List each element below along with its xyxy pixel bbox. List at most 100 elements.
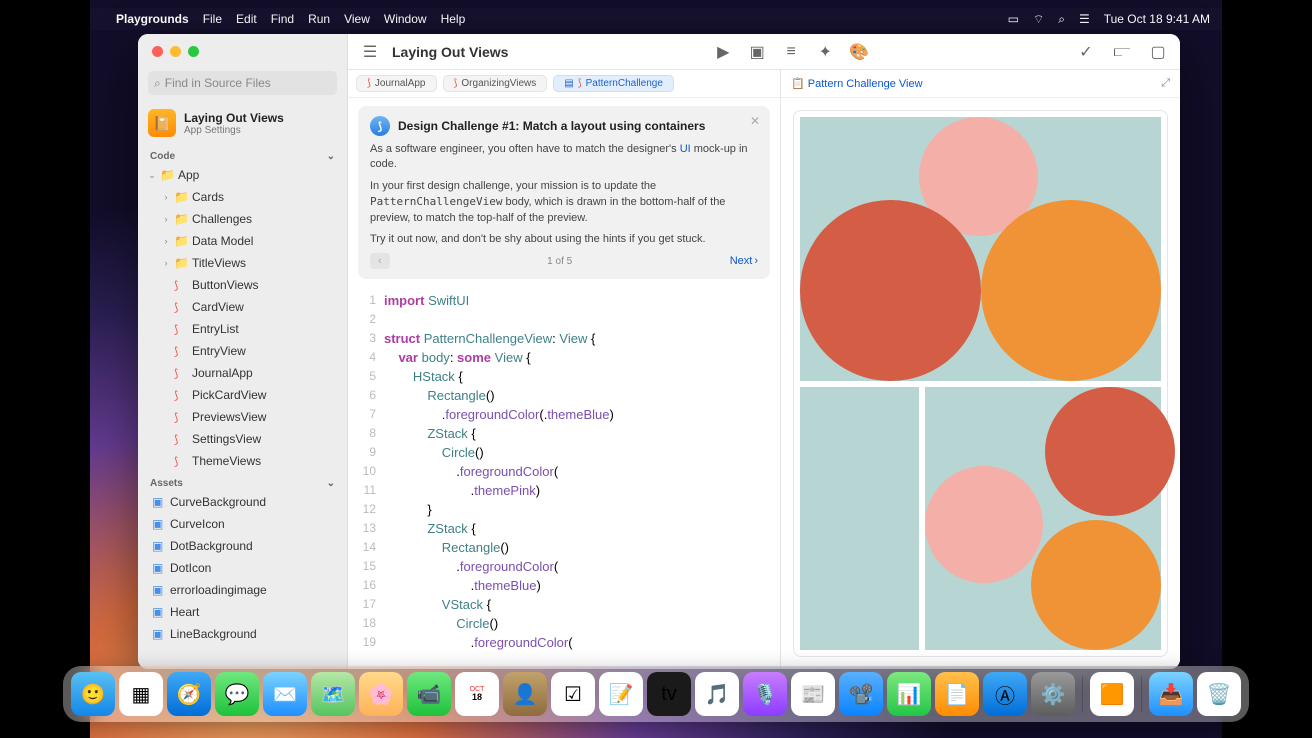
dock-finder[interactable]: 🙂 [71, 672, 115, 716]
dock-music[interactable]: 🎵 [695, 672, 739, 716]
zoom-button[interactable] [188, 46, 199, 57]
minimize-button[interactable] [170, 46, 181, 57]
dock-pages[interactable]: 📄 [935, 672, 979, 716]
asset-linebackground[interactable]: ▣LineBackground [138, 623, 347, 645]
folder-datamodel[interactable]: ›📁Data Model [138, 230, 347, 252]
crumb-journalapp[interactable]: ⟆JournalApp [356, 75, 437, 92]
asset-curveicon[interactable]: ▣CurveIcon [138, 513, 347, 535]
battery-icon[interactable]: ▭ [1008, 12, 1019, 26]
swift-file-buttonviews[interactable]: ⟆ButtonViews [138, 274, 347, 296]
folder-app[interactable]: ⌄ 📁 App [138, 164, 347, 186]
dock-tv[interactable]: tv [647, 672, 691, 716]
dock-separator [1082, 676, 1083, 712]
dock-safari[interactable]: 🧭 [167, 672, 211, 716]
dock-playgrounds[interactable]: 🟧 [1090, 672, 1134, 716]
close-button[interactable] [152, 46, 163, 57]
next-button[interactable]: Next › [730, 255, 758, 267]
file-label: ThemeViews [192, 454, 261, 468]
file-label: PickCardView [192, 388, 266, 402]
file-label: ButtonViews [192, 278, 259, 292]
run-button[interactable]: ▶ [711, 40, 735, 64]
image-icon: ▣ [152, 605, 166, 619]
spotlight-icon[interactable]: ⌕ [1058, 12, 1065, 27]
dock-contacts[interactable]: 👤 [503, 672, 547, 716]
search-input[interactable]: ⌕ Find in Source Files [148, 71, 337, 95]
section-assets[interactable]: Assets ⌄ [138, 472, 347, 491]
file-label: JournalApp [192, 366, 253, 380]
crumb-patternchallenge[interactable]: ▤⟆PatternChallenge [553, 75, 674, 92]
image-icon: ▣ [152, 627, 166, 641]
project-row[interactable]: 📔 Laying Out Views App Settings [138, 101, 347, 145]
asset-doticon[interactable]: ▣DotIcon [138, 557, 347, 579]
wifi-icon[interactable]: ⌔ [1033, 12, 1044, 27]
dock-news[interactable]: 📰 [791, 672, 835, 716]
menubar-app[interactable]: Playgrounds [116, 12, 189, 26]
menu-edit[interactable]: Edit [236, 12, 257, 26]
asset-heart[interactable]: ▣Heart [138, 601, 347, 623]
image-icon: ▣ [152, 495, 166, 509]
swift-file-entryview[interactable]: ⟆EntryView [138, 340, 347, 362]
dock-downloads[interactable]: 📥 [1149, 672, 1193, 716]
dock-launchpad[interactable]: ▦ [119, 672, 163, 716]
folder-icon: 📁 [174, 190, 188, 204]
palette-icon[interactable]: 🎨 [847, 40, 871, 64]
menubar-clock[interactable]: Tue Oct 18 9:41 AM [1104, 12, 1210, 26]
asset-label: DotBackground [170, 539, 253, 553]
dock-keynote[interactable]: 📽️ [839, 672, 883, 716]
expand-icon[interactable]: ⤢ [1161, 77, 1170, 90]
asset-errorloadingimage[interactable]: ▣errorloadingimage [138, 579, 347, 601]
section-code[interactable]: Code ⌄ [138, 145, 347, 164]
chart-icon[interactable]: ⫍ [1110, 40, 1134, 64]
code-editor[interactable]: 12345678910111213141516171819 import Swi… [348, 287, 780, 669]
checkmark-icon[interactable]: ✓ [1074, 40, 1098, 64]
asset-curvebackground[interactable]: ▣CurveBackground [138, 491, 347, 513]
menu-view[interactable]: View [344, 12, 370, 26]
dock-settings[interactable]: ⚙️ [1031, 672, 1075, 716]
dock-reminders[interactable]: ☑︎ [551, 672, 595, 716]
dock-notes[interactable]: 📝 [599, 672, 643, 716]
dock-mail[interactable]: ✉️ [263, 672, 307, 716]
swift-file-cardview[interactable]: ⟆CardView [138, 296, 347, 318]
settings-icon[interactable]: ≡ [779, 40, 803, 64]
toggle-sidebar-button[interactable]: ☰ [358, 40, 382, 64]
dock-numbers[interactable]: 📊 [887, 672, 931, 716]
menu-window[interactable]: Window [384, 12, 427, 26]
orange-circle [981, 200, 1162, 381]
folder-cards[interactable]: ›📁Cards [138, 186, 347, 208]
dock-trash[interactable]: 🗑️ [1197, 672, 1241, 716]
prev-button[interactable]: ‹ [370, 253, 390, 269]
chevron-right-icon: › [162, 236, 170, 246]
swift-file-settingsview[interactable]: ⟆SettingsView [138, 428, 347, 450]
swift-file-journalapp[interactable]: ⟆JournalApp [138, 362, 347, 384]
swift-icon: ⟆ [174, 411, 188, 424]
swift-icon: ⟆ [367, 78, 371, 89]
library-icon[interactable]: ▢ [1146, 40, 1170, 64]
swift-file-previewsview[interactable]: ⟆PreviewsView [138, 406, 347, 428]
folder-challenges[interactable]: ›📁Challenges [138, 208, 347, 230]
dock-appstore[interactable]: Ⓐ [983, 672, 1027, 716]
swift-file-entrylist[interactable]: ⟆EntryList [138, 318, 347, 340]
control-center-icon[interactable]: ☰ [1079, 12, 1090, 26]
dock-facetime[interactable]: 📹 [407, 672, 451, 716]
menu-run[interactable]: Run [308, 12, 330, 26]
folder-titleviews[interactable]: ›📁TitleViews [138, 252, 347, 274]
swift-file-pickcardview[interactable]: ⟆PickCardView [138, 384, 347, 406]
menu-find[interactable]: Find [271, 12, 294, 26]
image-icon: ▣ [152, 561, 166, 575]
close-icon[interactable]: ✕ [750, 114, 760, 128]
dock-podcasts[interactable]: 🎙️ [743, 672, 787, 716]
folder-icon: 📁 [160, 168, 174, 182]
menu-help[interactable]: Help [441, 12, 466, 26]
crumb-organizingviews[interactable]: ⟆OrganizingViews [443, 75, 548, 92]
stop-button[interactable]: ▣ [745, 40, 769, 64]
menu-file[interactable]: File [203, 12, 222, 26]
dock-messages[interactable]: 💬 [215, 672, 259, 716]
red-circle [800, 200, 981, 381]
dock-maps[interactable]: 🗺️ [311, 672, 355, 716]
dock-calendar[interactable]: OCT18 [455, 672, 499, 716]
swift-file-themeviews[interactable]: ⟆ThemeViews [138, 450, 347, 472]
ui-link[interactable]: UI [680, 143, 691, 155]
star-icon[interactable]: ✦ [813, 40, 837, 64]
asset-dotbackground[interactable]: ▣DotBackground [138, 535, 347, 557]
dock-photos[interactable]: 🌸 [359, 672, 403, 716]
